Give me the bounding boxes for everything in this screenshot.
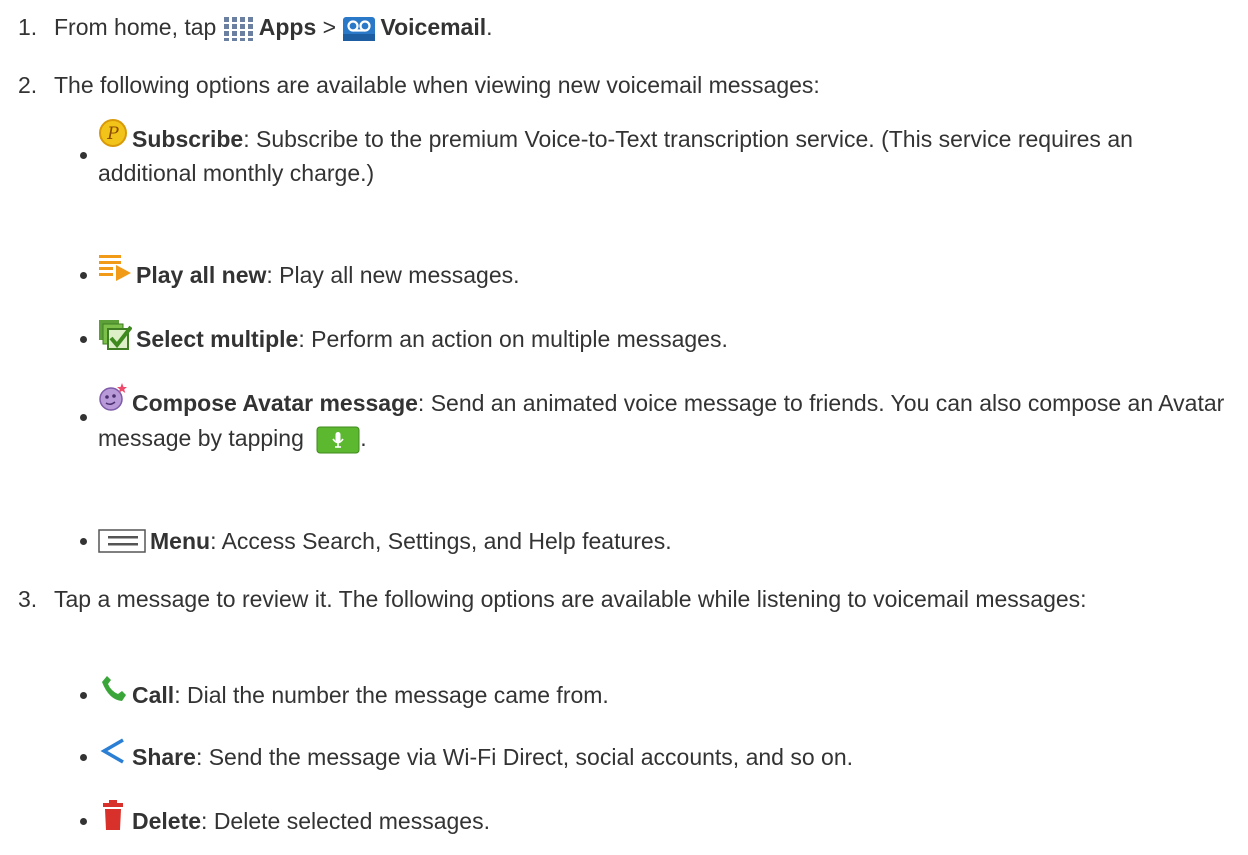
mic-button-icon	[316, 426, 360, 454]
step-1-suffix: .	[486, 14, 493, 40]
bullet-dot	[80, 818, 87, 825]
list-item-text: Menu: Access Search, Settings, and Help …	[98, 524, 1228, 558]
step-text: Tap a message to review it. The followin…	[54, 586, 1087, 612]
play-all-icon	[98, 253, 132, 285]
delete-desc: : Delete selected messages.	[201, 808, 490, 834]
call-label: Call	[132, 682, 175, 708]
bullet-dot	[80, 538, 87, 545]
select-multiple-icon	[98, 319, 132, 351]
list-item-text: Play all new: Play all new messages.	[98, 254, 1228, 293]
select-multiple-label: Select multiple	[136, 326, 299, 352]
select-multiple-desc: : Perform an action on multiple messages…	[298, 326, 728, 352]
step-number: 1.	[18, 14, 38, 40]
bullet-dot	[80, 754, 87, 761]
list-item-text: Delete: Delete selected messages.	[98, 799, 1228, 839]
call-icon	[98, 674, 128, 704]
play-all-label: Play all new	[136, 262, 267, 288]
delete-label: Delete	[132, 808, 202, 834]
menu-desc: : Access Search, Settings, and Help feat…	[210, 528, 672, 554]
step-text: The following options are available when…	[54, 72, 820, 98]
subscribe-desc: : Subscribe to the premium Voice-to-Text…	[98, 126, 1133, 186]
bullet-dot	[80, 152, 87, 159]
menu-label: Menu	[150, 528, 211, 554]
list-item-text: Compose Avatar message: Send an animated…	[98, 382, 1228, 455]
share-icon	[98, 736, 128, 766]
step-number: 2.	[18, 72, 38, 98]
avatar-desc-end: .	[360, 424, 367, 451]
step-number: 3.	[18, 586, 38, 612]
subscribe-label: Subscribe	[132, 126, 244, 152]
bullet-dot	[80, 336, 87, 343]
avatar-icon	[98, 381, 128, 413]
step-1-prefix: From home, tap	[54, 14, 217, 40]
subscribe-icon: P	[98, 118, 128, 148]
apps-icon	[223, 16, 255, 42]
voicemail-label: Voicemail	[380, 14, 487, 40]
voicemail-icon	[342, 16, 376, 42]
apps-label: Apps	[258, 14, 317, 40]
play-all-desc: : Play all new messages.	[266, 262, 520, 288]
call-desc: : Dial the number the message came from.	[174, 682, 609, 708]
share-label: Share	[132, 744, 196, 770]
step-1-separator: >	[322, 14, 337, 40]
bullet-dot	[80, 272, 87, 279]
list-item-text: Call: Dial the number the message came f…	[98, 675, 1228, 712]
delete-icon	[98, 799, 128, 831]
list-item-text: Share: Send the message via Wi-Fi Direct…	[98, 738, 1228, 774]
bullet-dot	[80, 414, 87, 421]
share-desc: : Send the message via Wi-Fi Direct, soc…	[195, 744, 854, 770]
list-item-text: P Subscribe: Subscribe to the premium Vo…	[98, 118, 1228, 190]
list-item-text: Select multiple: Perform an action on mu…	[98, 319, 1228, 357]
bullet-dot	[80, 692, 87, 699]
step-text: From home, tap Apps > Voicemail.	[54, 10, 1214, 44]
avatar-label: Compose Avatar message	[132, 390, 418, 416]
svg-text:P: P	[106, 124, 119, 144]
menu-icon	[98, 529, 146, 553]
